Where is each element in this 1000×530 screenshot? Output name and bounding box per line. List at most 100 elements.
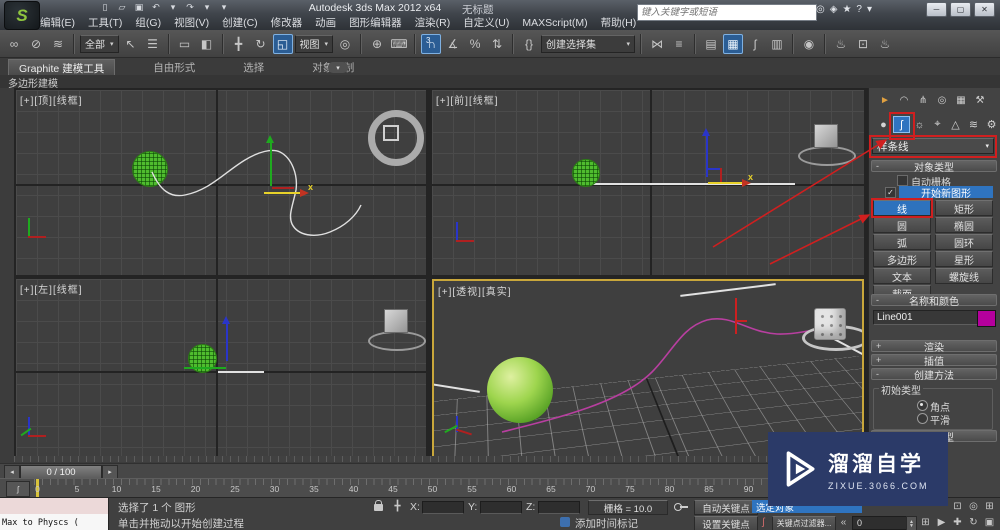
add-time-tag[interactable]: 添加时间标记 — [575, 516, 638, 530]
open-file-icon[interactable]: ▱ — [115, 1, 129, 14]
menu-item[interactable]: 创建(C) — [222, 15, 258, 30]
select-object-icon[interactable]: ↖ — [121, 34, 141, 54]
help-icon[interactable]: ? — [856, 4, 862, 15]
snaps-toggle-icon[interactable]: 3 ∩ — [421, 33, 442, 54]
tab-hierarchy[interactable]: ⋔ — [915, 92, 931, 108]
menu-item[interactable]: 编辑(E) — [40, 15, 75, 30]
helper-cube-object[interactable] — [384, 309, 408, 333]
menu-item[interactable]: 动画 — [315, 15, 336, 30]
selection-region-icon[interactable]: ▭ — [175, 34, 195, 54]
curve-editor-icon[interactable]: ʃ — [745, 34, 765, 54]
new-file-icon[interactable]: ▯ — [98, 1, 112, 14]
zoom-icon[interactable]: ◎ — [966, 500, 981, 513]
menu-item[interactable]: 自定义(U) — [463, 15, 509, 30]
shape-type-dropdown[interactable]: 样条线 ▾ — [872, 138, 994, 154]
menu-item[interactable]: 修改器 — [271, 15, 303, 30]
select-and-scale-icon[interactable]: ◱ — [272, 33, 293, 54]
align-icon[interactable]: ≡ — [669, 34, 689, 54]
rollout-object-type[interactable]: - 对象类型 — [871, 160, 997, 174]
unlink-selection-icon[interactable]: ⊘ — [26, 34, 46, 54]
autogrid-checkbox[interactable] — [897, 175, 908, 186]
category-cameras-icon[interactable]: ⌖ — [929, 116, 946, 133]
viewport-left-label[interactable]: [+][左][线框] — [20, 281, 83, 296]
dope-sheet-icon[interactable]: ▥ — [767, 34, 787, 54]
bind-to-spacewarp-icon[interactable]: ≋ — [48, 34, 68, 54]
select-and-manipulate-icon[interactable]: ⊕ — [367, 34, 387, 54]
select-by-name-icon[interactable]: ☰ — [143, 34, 163, 54]
ribbon-tab[interactable]: Graphite 建模工具 — [8, 58, 116, 77]
edit-named-sets-icon[interactable]: {} — [519, 34, 539, 54]
category-spacewarps-icon[interactable]: ≋ — [965, 116, 982, 133]
track-bar[interactable] — [14, 456, 868, 462]
maximize-viewport-icon[interactable]: ▣ — [982, 516, 997, 529]
infocenter-search-input[interactable] — [637, 4, 817, 21]
shape-button-弧[interactable]: 弧 — [873, 234, 931, 250]
set-key-button[interactable]: 设置关键点 — [694, 516, 758, 530]
keyboard-override-icon[interactable]: ⌨ — [389, 34, 409, 54]
ribbon-tab[interactable]: 选择 — [233, 59, 274, 76]
viewport-left[interactable]: [+][左][线框] — [16, 279, 426, 458]
helper-cube-object[interactable] — [814, 124, 838, 148]
help-caret-icon[interactable]: ▾ — [867, 4, 872, 15]
category-geometry-icon[interactable]: ● — [875, 116, 892, 133]
communication-center-icon[interactable]: ◈ — [830, 4, 838, 15]
maxscript-mini-listener[interactable]: Max to Physcs ( — [0, 498, 109, 530]
graphite-ribbon-toggle-icon[interactable]: ▦ — [723, 33, 744, 54]
listener-macro-line[interactable] — [0, 498, 108, 515]
shape-button-矩形[interactable]: 矩形 — [935, 200, 993, 216]
time-config-icon[interactable]: ⊞ — [918, 516, 933, 529]
mini-curve-editor-button[interactable]: ʃ — [6, 481, 30, 497]
x-coord-field[interactable] — [422, 501, 464, 514]
favorites-icon[interactable]: ★ — [842, 4, 851, 15]
ribbon-minimize-icon[interactable]: ▾ — [328, 62, 348, 73]
tab-modify[interactable]: ◠ — [896, 92, 912, 108]
shape-button-圆环[interactable]: 圆环 — [935, 234, 993, 250]
spline-left-view[interactable] — [218, 371, 264, 373]
spline-front-view[interactable] — [584, 183, 795, 185]
tab-display[interactable]: ▦ — [953, 92, 969, 108]
spinner-snap-icon[interactable]: ⇅ — [487, 34, 507, 54]
zoom-all-icon[interactable]: ⊞ — [982, 500, 997, 513]
category-lights-icon[interactable]: ☼ — [911, 116, 928, 133]
tab-create[interactable]: ► — [877, 92, 893, 108]
project-caret-icon[interactable]: ▾ — [217, 1, 231, 14]
search-icon[interactable]: ◎ — [816, 4, 825, 15]
window-crossing-icon[interactable]: ◧ — [197, 34, 217, 54]
timeline-ruler[interactable]: ʃ 05101520253035404550556065707580859095… — [0, 478, 868, 498]
use-pivot-center-icon[interactable]: ◎ — [335, 34, 355, 54]
tab-utilities[interactable]: ⚒ — [972, 92, 988, 108]
time-slider-handle[interactable]: 0 / 100 — [20, 465, 102, 479]
undo-caret-icon[interactable]: ▾ — [166, 1, 180, 14]
viewport-front[interactable]: [+][前][线框] x — [432, 90, 864, 275]
object-name-input[interactable] — [873, 310, 979, 325]
menu-item[interactable]: 组(G) — [135, 15, 161, 30]
shape-button-椭圆[interactable]: 椭圆 — [935, 217, 993, 233]
previous-frame-button[interactable]: ◂ — [4, 465, 20, 479]
close-button[interactable]: ✕ — [974, 2, 995, 17]
shape-button-圆[interactable]: 圆 — [873, 217, 931, 233]
material-editor-icon[interactable]: ◉ — [799, 34, 819, 54]
shape-button-螺旋线[interactable]: 螺旋线 — [935, 268, 993, 284]
layer-manager-icon[interactable]: ▤ — [701, 34, 721, 54]
spline-top-view[interactable] — [16, 90, 426, 275]
category-helpers-icon[interactable]: △ — [947, 116, 964, 133]
minimize-button[interactable]: ─ — [926, 2, 947, 17]
select-and-rotate-icon[interactable]: ↻ — [251, 34, 271, 54]
category-systems-icon[interactable]: ⚙ — [983, 116, 1000, 133]
select-and-move-icon[interactable]: ╋ — [229, 34, 249, 54]
viewport-top-label[interactable]: [+][顶][线框] — [20, 92, 83, 107]
rendered-frame-window-icon[interactable]: ⊡ — [853, 34, 873, 54]
category-shapes-icon[interactable]: ʃ — [893, 116, 910, 133]
smooth-radio[interactable] — [917, 413, 928, 424]
sphere-object-perspective[interactable] — [487, 357, 553, 423]
corner-radio[interactable] — [917, 400, 928, 411]
restore-button[interactable]: ▢ — [950, 2, 971, 17]
application-button[interactable]: S — [4, 1, 40, 30]
percent-snap-icon[interactable]: % — [465, 34, 485, 54]
viewport-top[interactable]: [+][顶][线框] x — [16, 90, 426, 275]
zoom-extents-icon[interactable]: ⊡ — [950, 500, 965, 513]
menu-item[interactable]: 渲染(R) — [415, 15, 451, 30]
key-mode-icon[interactable]: ʃ — [756, 516, 771, 529]
select-and-link-icon[interactable]: ∞ — [4, 34, 24, 54]
y-coord-field[interactable] — [480, 501, 522, 514]
